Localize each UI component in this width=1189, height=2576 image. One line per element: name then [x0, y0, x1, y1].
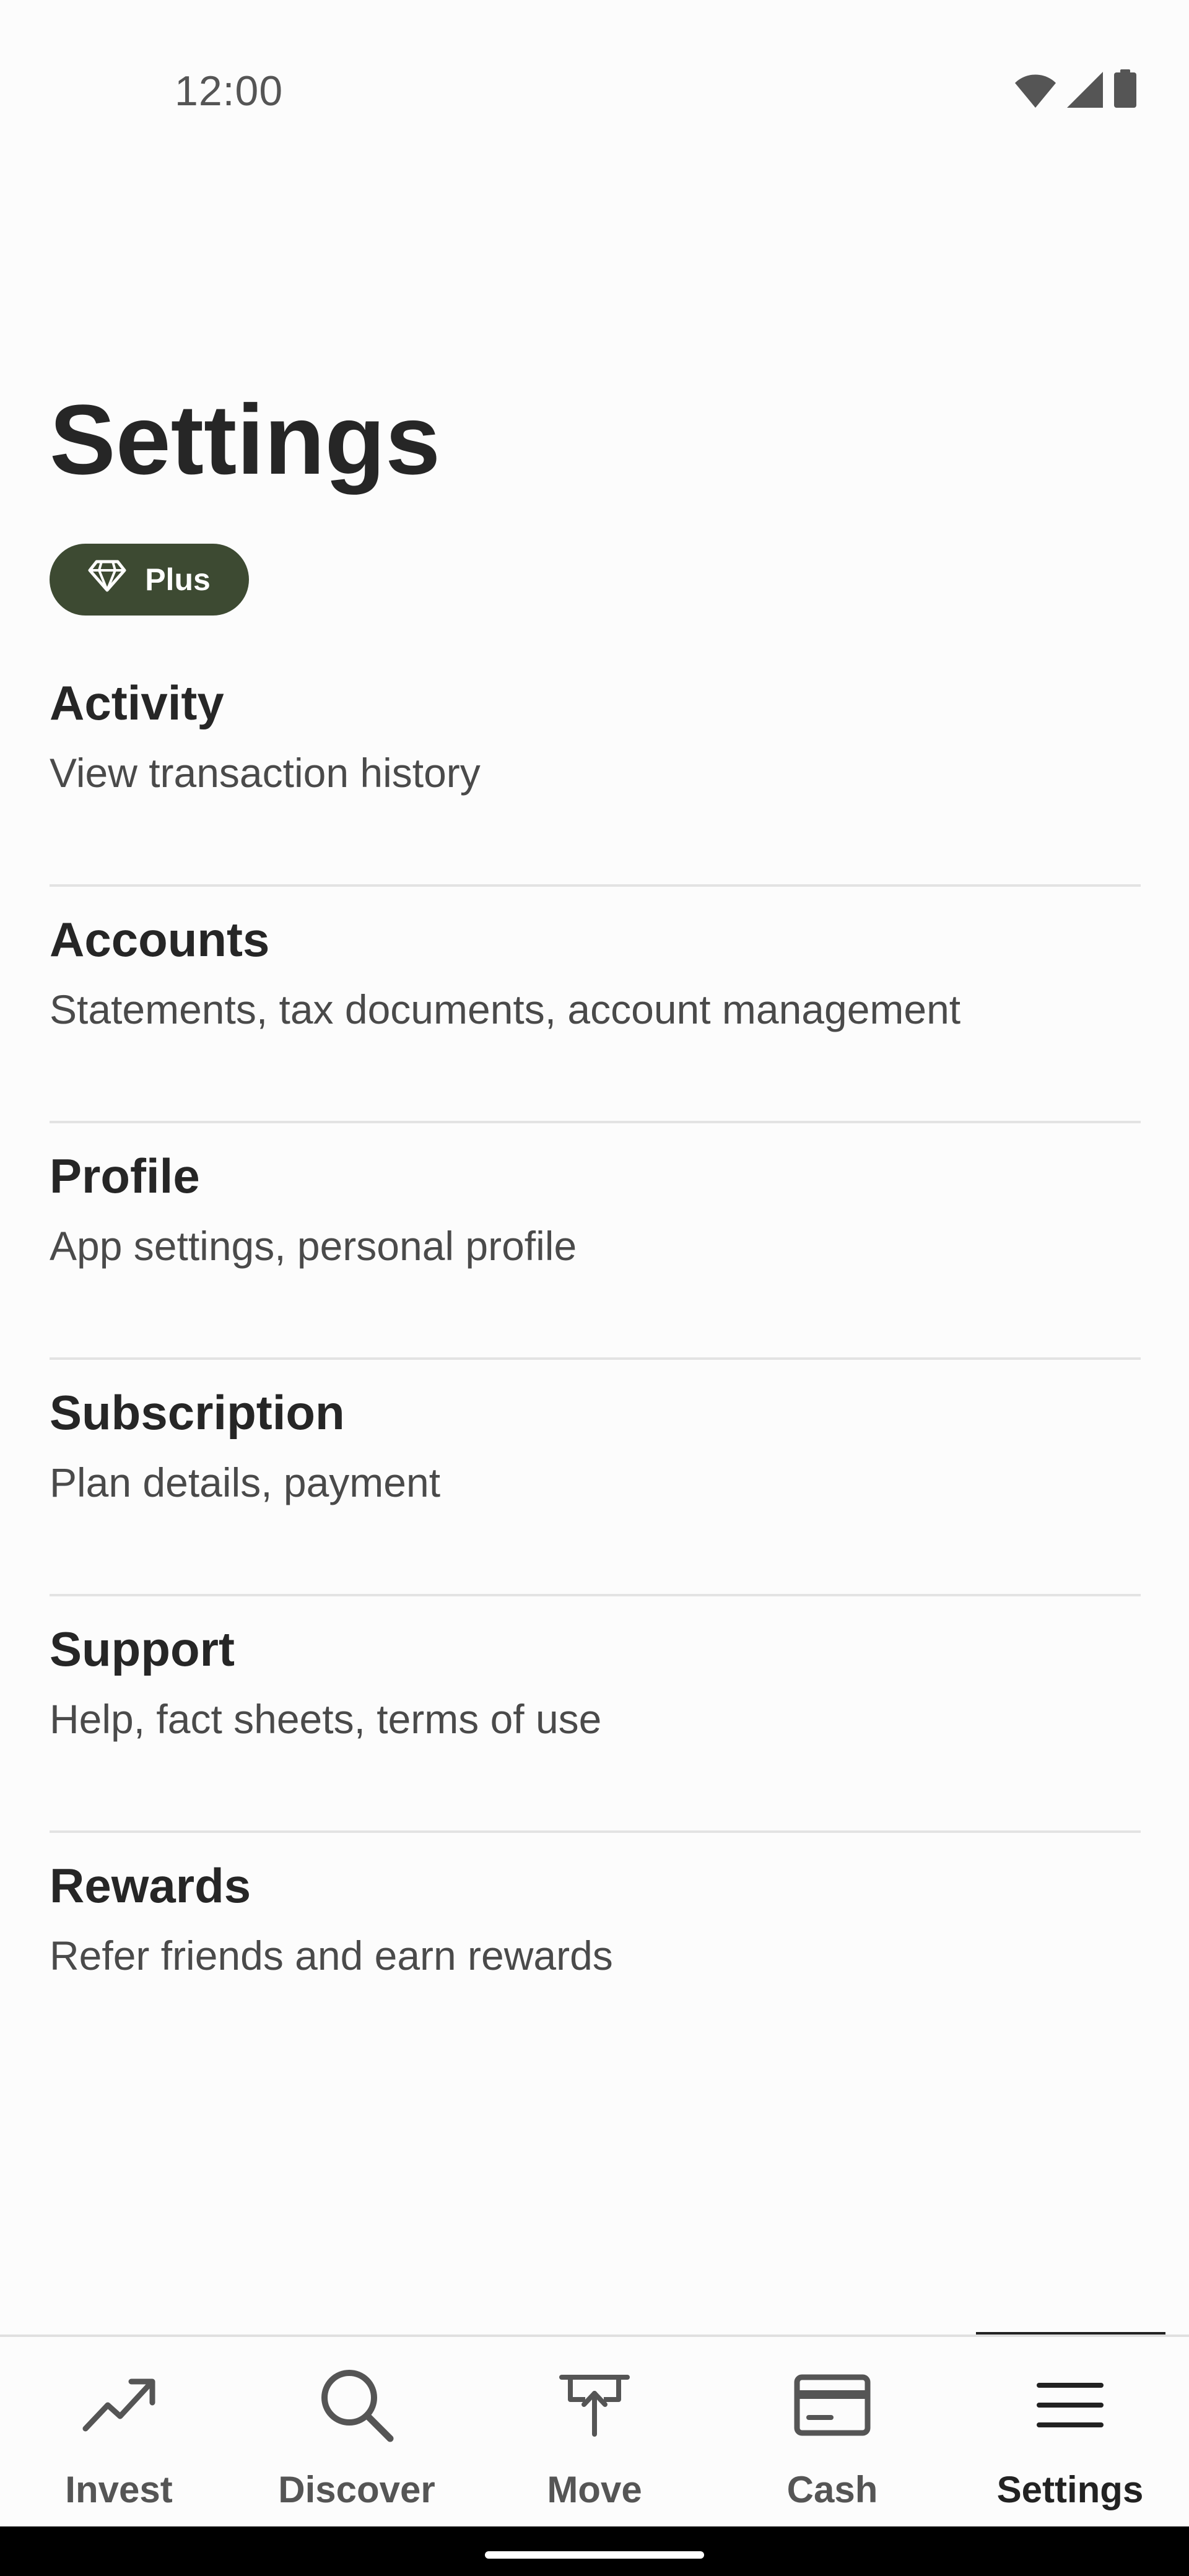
- menu-item-subtitle: View transaction history: [50, 750, 481, 796]
- nav-label: Invest: [65, 2469, 173, 2510]
- status-time: 12:00: [175, 67, 284, 115]
- menu-item-title: Accounts: [50, 912, 270, 967]
- menu-item-subtitle: Statements, tax documents, account manag…: [50, 986, 961, 1032]
- trending-up-icon: [76, 2362, 162, 2448]
- menu-item-title: Support: [50, 1622, 235, 1676]
- menu-item-activity[interactable]: Activity View transaction history: [50, 650, 1141, 887]
- nav-label: Settings: [996, 2469, 1144, 2510]
- menu-item-title: Rewards: [50, 1858, 251, 1913]
- search-icon: [313, 2362, 400, 2448]
- nav-discover[interactable]: Discover: [238, 2337, 476, 2526]
- card-icon: [789, 2362, 876, 2448]
- page-title: Settings: [50, 384, 441, 495]
- nav-label: Cash: [786, 2469, 878, 2510]
- status-icons: [1015, 69, 1136, 111]
- diamond-icon: [88, 560, 126, 599]
- menu-item-rewards[interactable]: Rewards Refer friends and earn rewards: [50, 1833, 1141, 2069]
- menu-item-title: Activity: [50, 676, 224, 730]
- menu-item-profile[interactable]: Profile App settings, personal profile: [50, 1123, 1141, 1360]
- menu-item-subtitle: Help, fact sheets, terms of use: [50, 1696, 602, 1742]
- nav-invest[interactable]: Invest: [0, 2337, 238, 2526]
- nav-move[interactable]: Move: [476, 2337, 713, 2526]
- menu-item-subtitle: Refer friends and earn rewards: [50, 1933, 613, 1978]
- menu-item-title: Subscription: [50, 1385, 345, 1440]
- nav-settings[interactable]: Settings: [951, 2337, 1189, 2526]
- nav-label: Discover: [278, 2469, 435, 2510]
- menu-item-subtitle: Plan details, payment: [50, 1460, 441, 1505]
- menu-item-accounts[interactable]: Accounts Statements, tax documents, acco…: [50, 887, 1141, 1123]
- menu-item-support[interactable]: Support Help, fact sheets, terms of use: [50, 1596, 1141, 1833]
- wifi-icon: [1015, 74, 1056, 111]
- menu-item-title: Profile: [50, 1149, 200, 1203]
- transfer-icon: [551, 2362, 638, 2448]
- plus-badge[interactable]: Plus: [50, 544, 249, 616]
- settings-menu: Activity View transaction history Accoun…: [50, 650, 1141, 2069]
- signal-icon: [1067, 72, 1103, 111]
- settings-screen: 12:00 Settings Plus Activity View transa…: [0, 0, 1189, 2576]
- status-bar: 12:00: [0, 0, 1189, 186]
- menu-item-subscription[interactable]: Subscription Plan details, payment: [50, 1360, 1141, 1596]
- menu-item-subtitle: App settings, personal profile: [50, 1223, 577, 1269]
- menu-icon: [1027, 2362, 1113, 2448]
- battery-icon: [1114, 69, 1136, 111]
- bottom-nav: Invest Discover Move Cash Settings: [0, 2334, 1189, 2526]
- nav-label: Move: [547, 2469, 642, 2510]
- nav-cash[interactable]: Cash: [713, 2337, 951, 2526]
- plus-badge-label: Plus: [145, 562, 211, 597]
- gesture-handle[interactable]: [485, 2551, 704, 2559]
